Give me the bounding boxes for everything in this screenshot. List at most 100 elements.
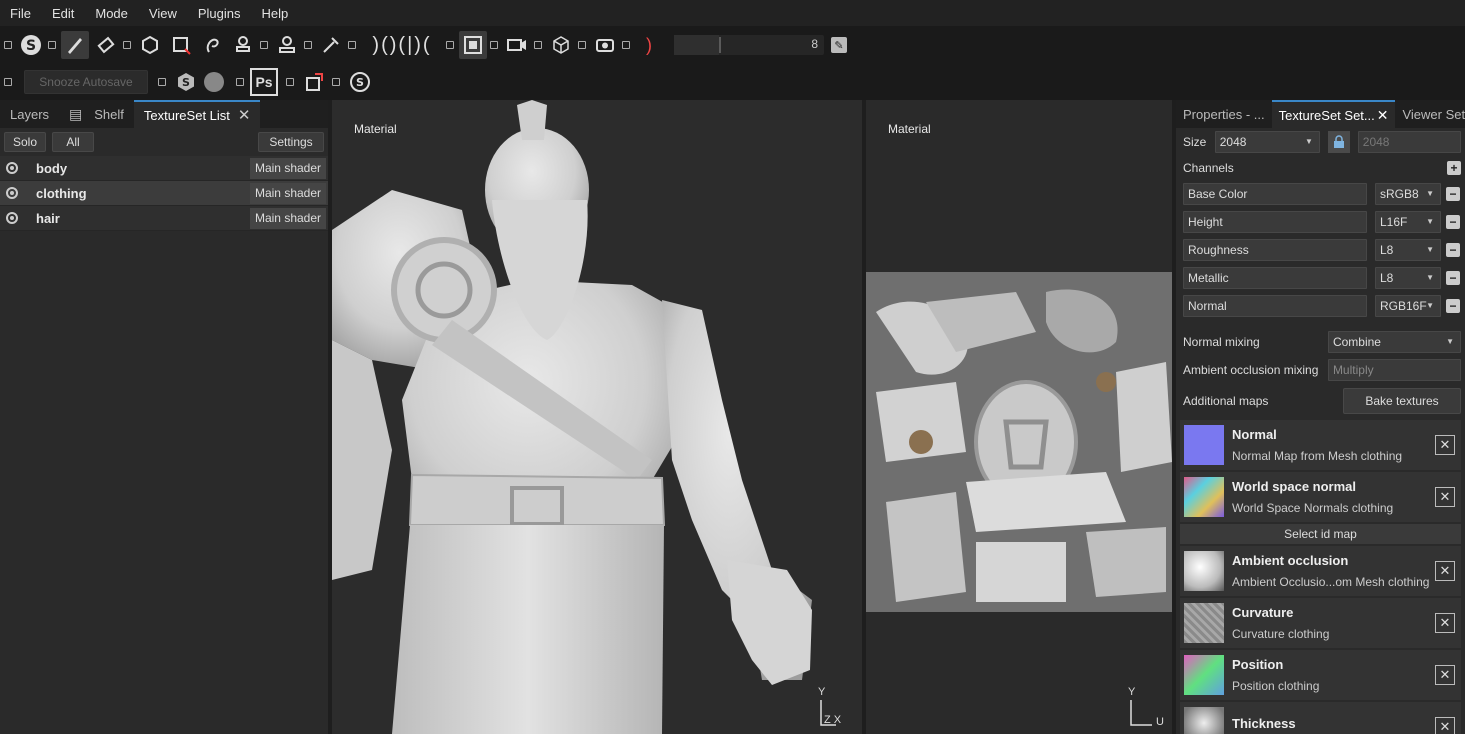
map-item-world-space-normal[interactable]: World space normal World Space Normals c…	[1180, 472, 1461, 522]
tab-layers[interactable]: Layers	[0, 100, 59, 128]
textureset-row-hair[interactable]: hair Main shader	[0, 206, 328, 231]
close-icon[interactable]: ✕	[1435, 561, 1455, 581]
map-item-thickness[interactable]: Thickness ✕	[1180, 702, 1461, 734]
select-id-map-button[interactable]: Select id map	[1180, 524, 1461, 544]
color-picker-icon[interactable]	[317, 31, 345, 59]
character-model	[332, 100, 812, 734]
polygon-fill-icon[interactable]	[167, 31, 195, 59]
textureset-row-clothing[interactable]: clothing Main shader	[0, 181, 328, 206]
external-icon[interactable]	[158, 78, 166, 86]
eraser-icon[interactable]	[92, 31, 120, 59]
substance-share-icon[interactable]: S	[172, 68, 200, 96]
paint-brush-icon[interactable]	[61, 31, 89, 59]
camera-icon[interactable]	[503, 31, 531, 59]
map-item-position[interactable]: Position Position clothing ✕	[1180, 650, 1461, 700]
close-icon[interactable]: ✕	[1435, 665, 1455, 685]
channel-name: Metallic	[1183, 267, 1367, 289]
symmetry-toggle-icon[interactable]: )	[635, 31, 663, 59]
cube-icon[interactable]	[547, 31, 575, 59]
remove-channel-icon[interactable]: −	[1446, 299, 1460, 313]
map-item-curvature[interactable]: Curvature Curvature clothing ✕	[1180, 598, 1461, 648]
external-icon[interactable]	[490, 41, 498, 49]
smudge-icon[interactable]	[198, 31, 226, 59]
remove-channel-icon[interactable]: −	[1446, 215, 1460, 229]
tab-viewer-settings[interactable]: Viewer Set...	[1395, 100, 1465, 128]
close-icon[interactable]: ✕	[1435, 435, 1455, 455]
external-icon[interactable]	[622, 41, 630, 49]
close-icon[interactable]: ✕	[1435, 717, 1455, 734]
close-icon[interactable]: ✕	[1435, 487, 1455, 507]
shader-button[interactable]: Main shader	[250, 157, 326, 179]
map-item-normal[interactable]: Normal Normal Map from Mesh clothing ✕	[1180, 420, 1461, 470]
pen-pressure-icon[interactable]: ✎	[831, 37, 847, 53]
external-icon[interactable]	[260, 41, 268, 49]
menu-file[interactable]: File	[10, 6, 31, 21]
visibility-radio[interactable]	[6, 162, 18, 174]
photoshop-export-button[interactable]: Ps	[250, 68, 278, 96]
settings-button[interactable]: Settings	[258, 132, 324, 152]
menu-plugins[interactable]: Plugins	[198, 6, 241, 21]
clone-stamp-icon[interactable]	[229, 31, 257, 59]
send-to-icon[interactable]	[300, 68, 328, 96]
tab-shelf[interactable]: ▤ Shelf	[59, 100, 134, 128]
size-select[interactable]: 2048 ▼	[1214, 131, 1320, 153]
tab-properties[interactable]: Properties - ...	[1176, 100, 1272, 128]
tab-textureset-settings[interactable]: TextureSet Set... ✕	[1271, 100, 1396, 128]
menu-mode[interactable]: Mode	[95, 6, 128, 21]
channel-format-select[interactable]: L8 ▼	[1375, 239, 1441, 261]
brush-size-slider[interactable]: 8	[674, 35, 824, 55]
view-mode-icon[interactable]	[459, 31, 487, 59]
external-icon[interactable]	[4, 41, 12, 49]
close-icon[interactable]: ✕	[1377, 107, 1389, 124]
external-icon[interactable]	[578, 41, 586, 49]
visibility-radio[interactable]	[6, 212, 18, 224]
remove-channel-icon[interactable]: −	[1446, 271, 1460, 285]
close-icon[interactable]: ✕	[238, 106, 251, 124]
external-icon[interactable]	[332, 78, 340, 86]
channel-format-select[interactable]: RGB16F ▼	[1375, 295, 1441, 317]
channel-format-select[interactable]: L16F ▼	[1375, 211, 1441, 233]
menu-help[interactable]: Help	[261, 6, 288, 21]
external-icon[interactable]	[286, 78, 294, 86]
external-icon[interactable]	[4, 78, 12, 86]
material-ball-icon[interactable]	[204, 72, 224, 92]
ao-mixing-select[interactable]: Multiply	[1327, 359, 1461, 381]
symmetry-icon[interactable]: )()(|)(	[361, 31, 443, 59]
substance-logo-icon[interactable]: S	[17, 31, 45, 59]
tab-textureset-list[interactable]: TextureSet List ✕	[133, 100, 261, 128]
projection-icon[interactable]	[136, 31, 164, 59]
viewport-2d[interactable]: Material Y U	[866, 100, 1172, 734]
material-picker-icon[interactable]	[273, 31, 301, 59]
all-button[interactable]: All	[52, 132, 94, 152]
external-icon[interactable]	[446, 41, 454, 49]
channels-header: Channels +	[1176, 156, 1465, 180]
viewport-3d[interactable]: Material Y Z X	[332, 100, 862, 734]
snooze-autosave-button[interactable]: Snooze Autosave	[24, 70, 148, 94]
external-icon[interactable]	[123, 41, 131, 49]
external-icon[interactable]	[236, 78, 244, 86]
add-channel-icon[interactable]: +	[1447, 161, 1461, 175]
close-icon[interactable]: ✕	[1435, 613, 1455, 633]
bake-textures-button[interactable]: Bake textures	[1343, 388, 1461, 414]
external-icon[interactable]	[304, 41, 312, 49]
remove-channel-icon[interactable]: −	[1446, 187, 1460, 201]
substance-source-icon[interactable]: S	[346, 68, 374, 96]
lock-icon[interactable]	[1327, 131, 1350, 153]
channel-format-select[interactable]: L8 ▼	[1375, 267, 1441, 289]
visibility-radio[interactable]	[6, 187, 18, 199]
textureset-row-body[interactable]: body Main shader	[0, 156, 328, 181]
normal-mixing-select[interactable]: Combine ▼	[1327, 331, 1461, 353]
external-icon[interactable]	[48, 41, 56, 49]
screenshot-icon[interactable]	[591, 31, 619, 59]
external-icon[interactable]	[534, 41, 542, 49]
remove-channel-icon[interactable]: −	[1446, 243, 1460, 257]
size-label: Size	[1183, 135, 1207, 149]
shader-button[interactable]: Main shader	[250, 207, 326, 229]
map-item-ambient-occlusion[interactable]: Ambient occlusion Ambient Occlusio...om …	[1180, 546, 1461, 596]
menu-view[interactable]: View	[149, 6, 177, 21]
channel-format-select[interactable]: sRGB8 ▼	[1375, 183, 1441, 205]
external-icon[interactable]	[348, 41, 356, 49]
shader-button[interactable]: Main shader	[250, 182, 326, 204]
solo-button[interactable]: Solo	[4, 132, 46, 152]
menu-edit[interactable]: Edit	[52, 6, 74, 21]
